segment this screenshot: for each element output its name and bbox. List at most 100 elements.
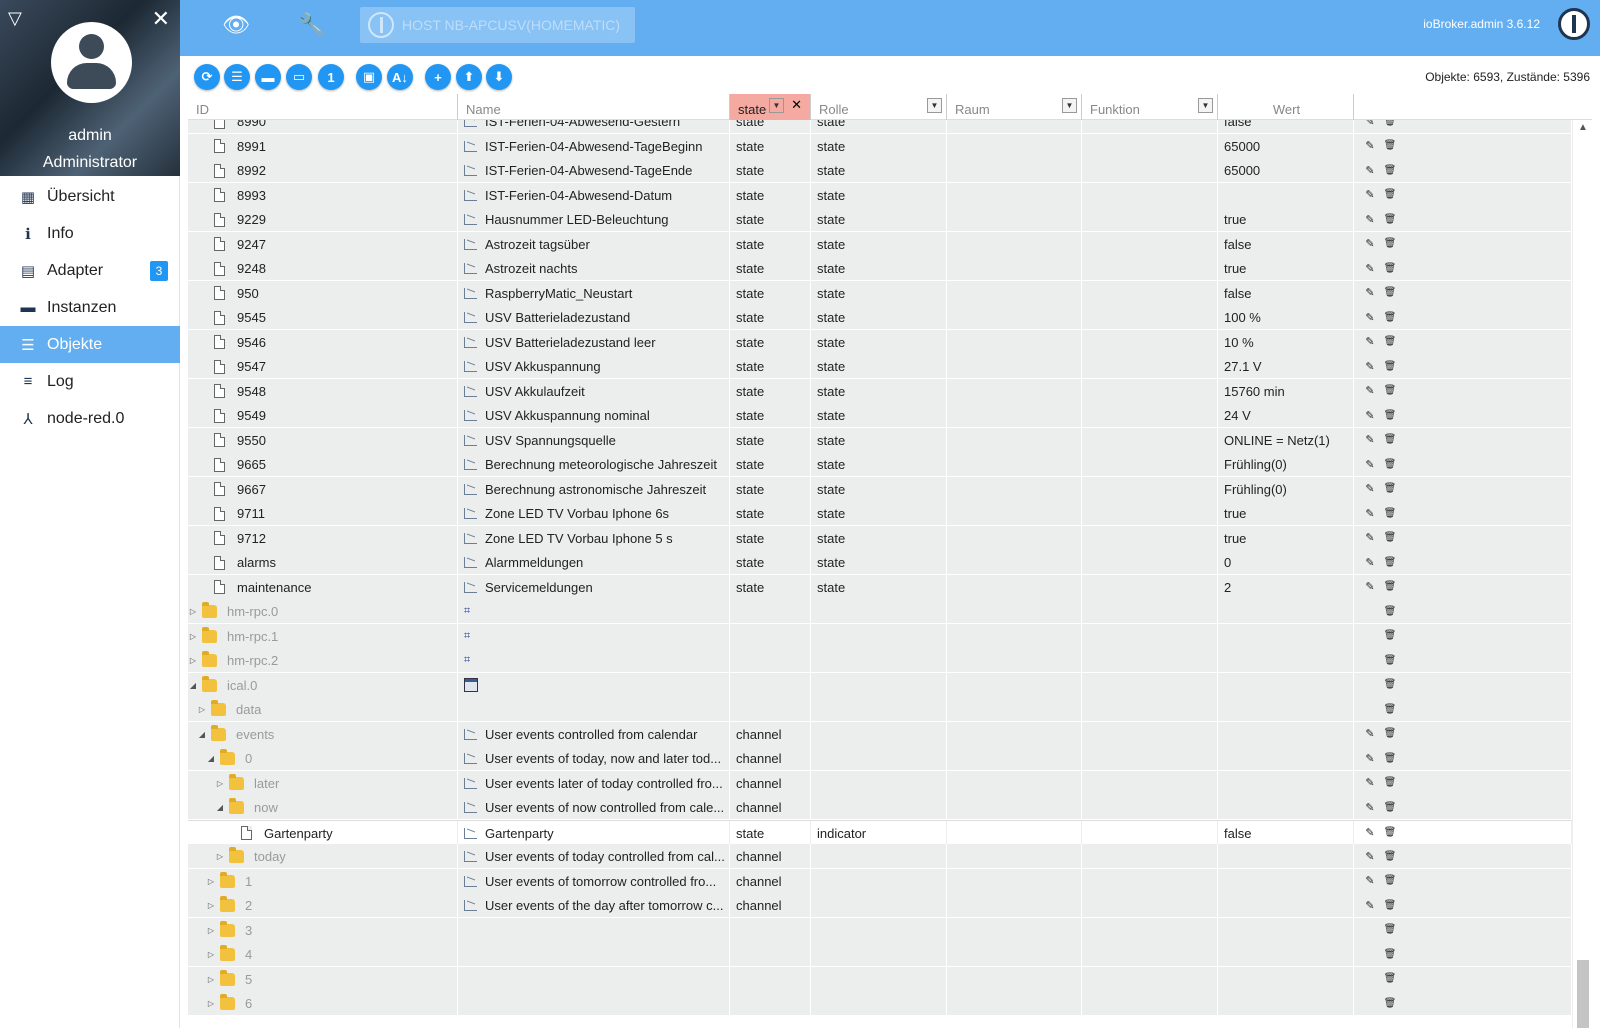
edit-icon[interactable]: ✎ xyxy=(1364,359,1376,373)
table-row[interactable]: ◢ 0 User events of today, now and later to… xyxy=(188,746,1572,771)
cell-value[interactable] xyxy=(1218,991,1354,1016)
delete-icon[interactable]: 🗑 xyxy=(1384,874,1397,888)
cell-value[interactable] xyxy=(1218,844,1354,869)
delete-icon[interactable]: 🗑 xyxy=(1384,776,1397,790)
edit-icon[interactable]: ✎ xyxy=(1364,310,1376,324)
collapse-folders-button[interactable]: ▬ xyxy=(255,64,281,90)
sidebar-item-instanzen[interactable]: ▬ Instanzen xyxy=(0,289,180,326)
table-row[interactable]: 9549 USV Akkuspannung nominal state state 24… xyxy=(188,403,1572,428)
edit-icon[interactable]: ✎ xyxy=(1364,727,1376,741)
collapsed-arrow-icon[interactable]: ▷ xyxy=(206,877,216,886)
delete-icon[interactable]: 🗑 xyxy=(1384,335,1397,349)
cell-value[interactable]: true xyxy=(1218,501,1354,526)
sidebar-item-adapter[interactable]: ▤ Adapter 3 xyxy=(0,252,180,289)
cell-value[interactable]: false xyxy=(1218,120,1354,134)
cell-value[interactable] xyxy=(1218,721,1354,747)
delete-icon[interactable]: 🗑 xyxy=(1384,286,1397,300)
expand-level-button[interactable]: 1 xyxy=(318,64,344,90)
cell-value[interactable] xyxy=(1218,893,1354,918)
table-row[interactable]: 9546 USV Batterieladezustand leer state sta… xyxy=(188,329,1572,355)
edit-icon[interactable]: ✎ xyxy=(1364,849,1376,863)
cell-value[interactable]: 65000 xyxy=(1218,133,1354,159)
table-row[interactable]: 9665 Berechnung meteorologische Jahreszei… xyxy=(188,452,1572,477)
cell-value[interactable]: 10 % xyxy=(1218,329,1354,355)
chevron-down-icon[interactable]: ▼ xyxy=(1062,98,1077,113)
table-row[interactable]: 9247 Astrozeit tagsüber state state false ✎ 🗑 xyxy=(188,231,1572,257)
collapsed-arrow-icon[interactable]: ▷ xyxy=(206,999,216,1008)
edit-icon[interactable]: ✎ xyxy=(1364,874,1376,888)
table-row[interactable]: Gartenparty Gartenparty state indicator fals… xyxy=(188,819,1572,846)
table-row[interactable]: 9711 Zone LED TV Vorbau Iphone 6s state sta… xyxy=(188,501,1572,526)
edit-icon[interactable]: ✎ xyxy=(1364,800,1376,814)
expanded-arrow-icon[interactable]: ◢ xyxy=(188,681,198,690)
delete-icon[interactable]: 🗑 xyxy=(1384,996,1397,1010)
collapsed-arrow-icon[interactable]: ▷ xyxy=(188,632,198,641)
clear-filter-icon[interactable]: ✕ xyxy=(791,97,802,113)
column-name-filter[interactable]: Name xyxy=(458,94,730,120)
delete-icon[interactable]: 🗑 xyxy=(1384,139,1397,153)
edit-icon[interactable]: ✎ xyxy=(1364,898,1376,912)
edit-icon[interactable]: ✎ xyxy=(1364,120,1376,128)
edit-icon[interactable]: ✎ xyxy=(1364,163,1376,177)
table-row[interactable]: maintenance Servicemeldungen state state 2 ✎ 🗑 xyxy=(188,574,1572,600)
edit-icon[interactable]: ✎ xyxy=(1364,188,1376,202)
edit-icon[interactable]: ✎ xyxy=(1364,580,1376,594)
edit-icon[interactable]: ✎ xyxy=(1364,776,1376,790)
cell-value[interactable]: 27.1 V xyxy=(1218,354,1354,379)
table-row[interactable]: ▷ hm-rpc.1 ⌗ 🗑 xyxy=(188,623,1572,649)
table-row[interactable]: ▷ 3 🗑 xyxy=(188,917,1572,943)
table-row[interactable]: ▷ later User events later of today control… xyxy=(188,770,1572,796)
table-row[interactable]: ▷ 6 🗑 xyxy=(188,991,1572,1016)
cell-value[interactable] xyxy=(1218,648,1354,673)
cell-value[interactable] xyxy=(1218,182,1354,208)
cell-value[interactable]: Frühling(0) xyxy=(1218,452,1354,477)
delete-icon[interactable]: 🗑 xyxy=(1384,972,1397,986)
delete-icon[interactable]: 🗑 xyxy=(1384,120,1397,128)
delete-icon[interactable]: 🗑 xyxy=(1384,212,1397,226)
close-icon[interactable]: ✕ xyxy=(152,6,170,32)
table-row[interactable]: 8990 IST-Ferien-04-Abwesend-Gestern state s… xyxy=(188,120,1572,134)
table-row[interactable]: 9667 Berechnung astronomische Jahreszeit s… xyxy=(188,476,1572,502)
collapsed-arrow-icon[interactable]: ▷ xyxy=(197,705,207,714)
cell-value[interactable]: 24 V xyxy=(1218,403,1354,428)
table-row[interactable]: ▷ hm-rpc.2 ⌗ 🗑 xyxy=(188,648,1572,673)
cell-value[interactable]: 15760 min xyxy=(1218,378,1354,404)
cell-value[interactable]: false xyxy=(1218,280,1354,306)
cell-value[interactable]: true xyxy=(1218,207,1354,232)
edit-icon[interactable]: ✎ xyxy=(1364,506,1376,520)
column-function-filter[interactable]: Funktion ▼ xyxy=(1082,94,1218,120)
delete-icon[interactable]: 🗑 xyxy=(1384,604,1397,618)
collapsed-arrow-icon[interactable]: ▷ xyxy=(206,950,216,959)
sidebar-item-info[interactable]: ℹ Info xyxy=(0,215,180,252)
delete-icon[interactable]: 🗑 xyxy=(1384,188,1397,202)
table-row[interactable]: ▷ 1 User events of tomorrow controlled fro… xyxy=(188,868,1572,894)
edit-icon[interactable]: ✎ xyxy=(1364,286,1376,300)
vertical-scrollbar[interactable]: ▲ xyxy=(1572,120,1592,1028)
expanded-arrow-icon[interactable]: ◢ xyxy=(206,754,216,763)
scroll-up-icon[interactable]: ▲ xyxy=(1578,122,1588,133)
expanded-arrow-icon[interactable]: ◢ xyxy=(215,803,225,812)
edit-icon[interactable]: ✎ xyxy=(1364,751,1376,765)
table-row[interactable]: ▷ today User events of today controlled fr… xyxy=(188,844,1572,869)
collapsed-arrow-icon[interactable]: ▷ xyxy=(206,901,216,910)
list-view-button[interactable]: ☰ xyxy=(224,64,250,90)
host-selector[interactable]: HOST NB-APCUSV(HOMEMATIC) xyxy=(360,7,635,43)
edit-icon[interactable]: ✎ xyxy=(1364,555,1376,569)
cell-value[interactable]: false xyxy=(1218,820,1354,846)
column-type-filter[interactable]: state ▼ ✕ xyxy=(730,94,811,120)
table-row[interactable]: 9547 USV Akkuspannung state state 27.1 V ✎ 🗑 xyxy=(188,354,1572,379)
column-id-filter[interactable]: ID xyxy=(188,94,458,120)
table-row[interactable]: 9550 USV Spannungsquelle state state ONLINE … xyxy=(188,427,1572,453)
table-row[interactable]: 8993 IST-Ferien-04-Abwesend-Datum state sta… xyxy=(188,182,1572,208)
edit-icon[interactable]: ✎ xyxy=(1364,261,1376,275)
delete-icon[interactable]: 🗑 xyxy=(1384,653,1397,667)
download-button[interactable]: ⬇ xyxy=(486,64,512,90)
table-row[interactable]: 9712 Zone LED TV Vorbau Iphone 5 s state st… xyxy=(188,525,1572,551)
column-role-filter[interactable]: Rolle ▼ xyxy=(811,94,947,120)
table-row[interactable]: ◢ ical.0 🗑 xyxy=(188,672,1572,698)
collapsed-arrow-icon[interactable]: ▷ xyxy=(188,656,198,665)
cell-value[interactable]: 2 xyxy=(1218,574,1354,600)
delete-icon[interactable]: 🗑 xyxy=(1384,506,1397,520)
delete-icon[interactable]: 🗑 xyxy=(1384,727,1397,741)
collapsed-arrow-icon[interactable]: ▷ xyxy=(206,975,216,984)
